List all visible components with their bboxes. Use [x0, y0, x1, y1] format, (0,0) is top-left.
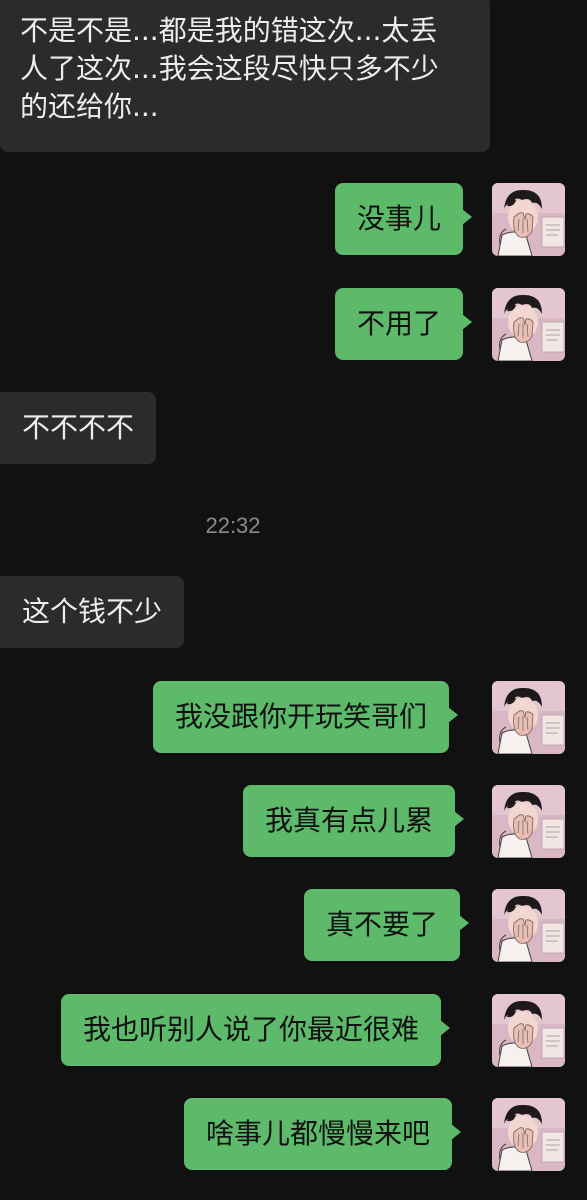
- user-avatar-icon[interactable]: [492, 681, 565, 754]
- user-avatar-icon[interactable]: [492, 889, 565, 962]
- user-avatar-icon[interactable]: [492, 1098, 565, 1171]
- message-line: 的还给你...: [20, 90, 159, 123]
- outgoing-message[interactable]: 我没跟你开玩笑哥们: [153, 681, 459, 753]
- user-avatar-icon[interactable]: [492, 994, 565, 1067]
- user-avatar-icon[interactable]: [492, 183, 565, 256]
- message-line: 人了这次...我会这段尽快只多不少: [20, 52, 439, 85]
- user-avatar-icon[interactable]: [492, 288, 565, 361]
- outgoing-message[interactable]: 真不要了: [304, 889, 470, 961]
- outgoing-message[interactable]: 我也听别人说了你最近很难: [61, 994, 451, 1066]
- chat-history[interactable]: 不是不是...都是我的错这次...太丢 人了这次...我会这段尽快只多不少 的还…: [0, 0, 587, 1200]
- outgoing-message[interactable]: 不用了: [335, 288, 473, 360]
- incoming-message[interactable]: 这个钱不少: [0, 576, 185, 648]
- timestamp: 22:32: [205, 513, 261, 538]
- outgoing-message[interactable]: 我真有点儿累: [243, 785, 465, 857]
- incoming-message[interactable]: 不是不是...都是我的错这次...太丢 人了这次...我会这段尽快只多不少 的还…: [0, 0, 490, 152]
- user-avatar-icon[interactable]: [492, 785, 565, 858]
- incoming-message[interactable]: 不不不不: [0, 392, 157, 464]
- outgoing-message[interactable]: 啥事儿都慢慢来吧: [184, 1098, 462, 1170]
- outgoing-message[interactable]: 没事儿: [335, 183, 473, 255]
- message-line: 不是不是...都是我的错这次...太丢: [20, 14, 438, 47]
